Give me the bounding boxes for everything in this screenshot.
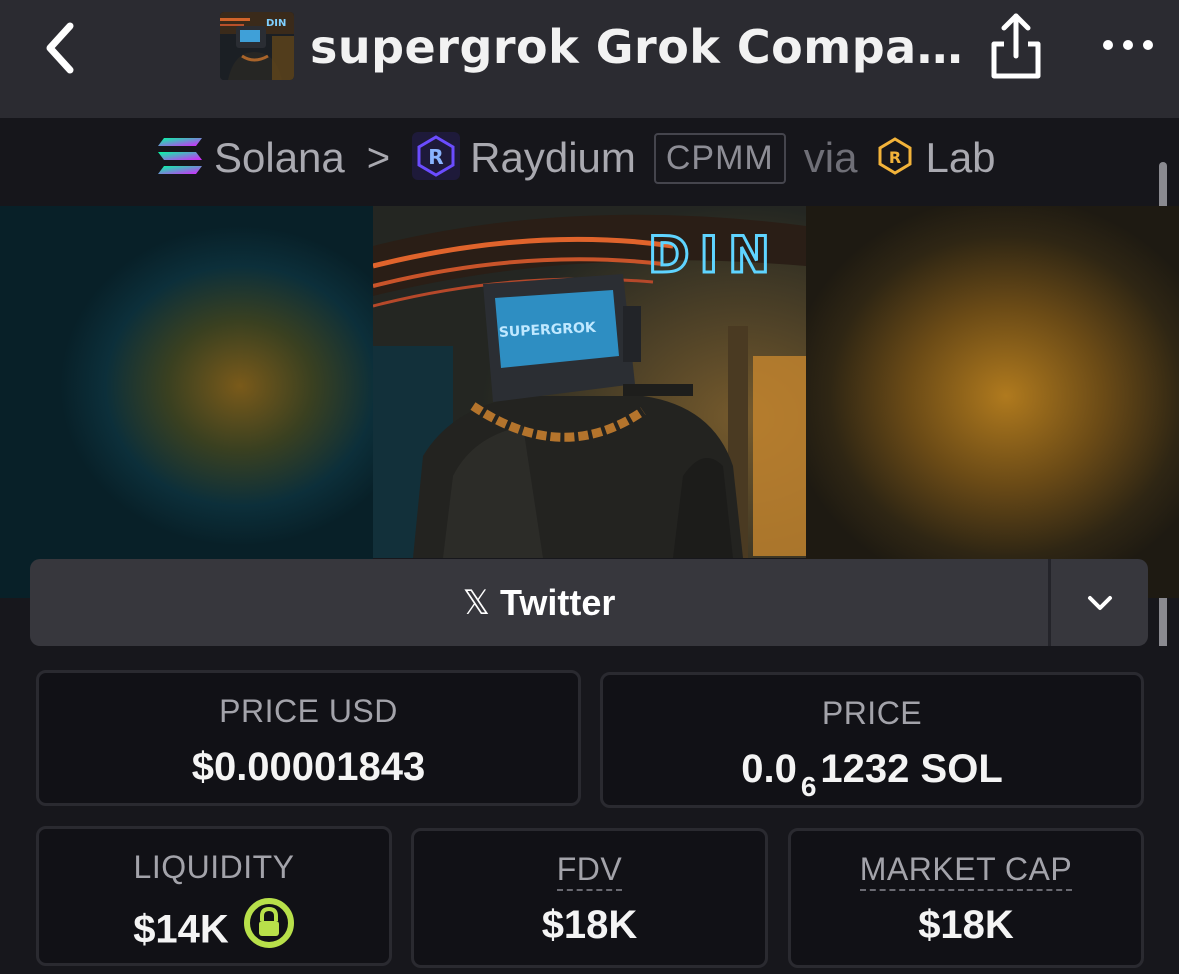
- twitter-label: Twitter: [500, 581, 616, 623]
- token-title: supergrok Grok Compani…: [310, 20, 970, 74]
- fdv-label[interactable]: FDV: [556, 851, 623, 891]
- price-usd-card: PRICE USD $0.00001843: [36, 670, 581, 806]
- pool-type-badge: CPMM: [653, 132, 786, 184]
- liquidity-value-row: $14K: [39, 898, 389, 963]
- svg-text:DIN: DIN: [266, 18, 286, 29]
- lock-icon[interactable]: [243, 897, 295, 959]
- chevron-left-icon: [46, 22, 74, 74]
- market-cap-card: MARKET CAP $18K: [788, 828, 1144, 968]
- banner-blur-right: [806, 206, 1179, 598]
- price-value: 0.0 6 1232 SOL: [603, 747, 1141, 802]
- via-label: via: [803, 134, 858, 181]
- price-label: PRICE: [821, 695, 923, 731]
- breadcrumb-separator: >: [366, 135, 391, 180]
- twitter-button[interactable]: 𝕏 Twitter: [30, 559, 1048, 646]
- liquidity-card: LIQUIDITY $14K: [36, 826, 392, 966]
- chain-link[interactable]: Solana: [214, 134, 345, 182]
- market-cap-label-wrap: MARKET CAP: [791, 851, 1141, 891]
- token-avatar: DIN: [220, 12, 294, 80]
- dex-link[interactable]: Raydium: [470, 134, 636, 182]
- liquidity-label: LIQUIDITY: [133, 849, 295, 885]
- chevron-down-icon: [1087, 595, 1112, 610]
- price-zero-count: 6: [800, 771, 817, 802]
- svg-text:R: R: [428, 145, 443, 169]
- banner-blur-left: [0, 206, 373, 598]
- price-suffix: 1232 SOL: [820, 747, 1003, 791]
- x-logo-icon: 𝕏: [462, 582, 491, 623]
- fdv-card: FDV $18K: [411, 828, 768, 968]
- price-usd-value: $0.00001843: [191, 745, 426, 789]
- solana-logo-icon: [156, 136, 204, 181]
- more-options-button[interactable]: [1098, 30, 1158, 60]
- launchpad-link[interactable]: Lab: [925, 134, 995, 182]
- svg-text:DIN: DIN: [648, 226, 780, 284]
- back-button[interactable]: [38, 18, 84, 78]
- price-prefix: 0.0: [741, 747, 797, 791]
- lab-logo-icon: R: [875, 136, 915, 181]
- fdv-label-wrap: FDV: [414, 851, 765, 891]
- svg-text:R: R: [889, 148, 901, 167]
- more-horizontal-icon: [1103, 40, 1153, 50]
- liquidity-value: $14K: [133, 907, 229, 952]
- raydium-logo-icon: R: [412, 131, 461, 185]
- market-cap-label[interactable]: MARKET CAP: [859, 851, 1073, 891]
- breadcrumb: Solana > R Raydium CPMM via R Lab: [0, 118, 1179, 206]
- price-card: PRICE 0.0 6 1232 SOL: [600, 672, 1144, 808]
- market-cap-value: $18K: [918, 903, 1014, 947]
- social-links-bar: 𝕏 Twitter: [30, 559, 1148, 646]
- share-icon: [991, 13, 1041, 79]
- top-nav-bar: DIN supergrok Grok Compani…: [0, 0, 1179, 118]
- share-button[interactable]: [988, 10, 1044, 82]
- fdv-value: $18K: [541, 903, 638, 947]
- social-dropdown-button[interactable]: [1051, 559, 1148, 646]
- token-banner: DIN SUPERGROK: [0, 206, 1179, 598]
- banner-image: DIN SUPERGROK: [373, 206, 806, 558]
- price-usd-label: PRICE USD: [219, 693, 398, 729]
